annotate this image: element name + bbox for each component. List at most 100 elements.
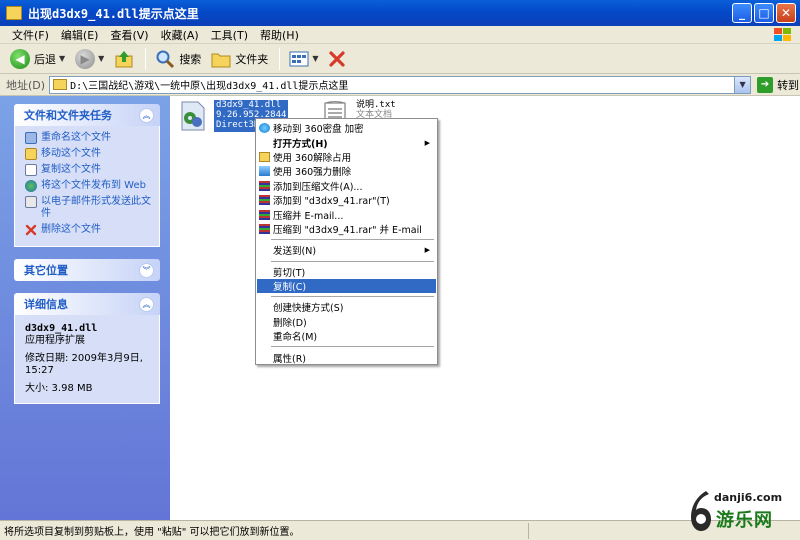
menu-item-copy[interactable]: 复制(C) — [257, 278, 436, 294]
menu-item-label: 压缩到 "d3dx9_41.rar" 并 E-mail — [273, 224, 422, 236]
menu-item-compress-email[interactable]: 压缩并 E-mail... — [257, 207, 436, 222]
menu-item-label: 使用 360强力删除 — [273, 167, 352, 179]
menu-item-360-unlock[interactable]: 使用 360解除占用 — [257, 150, 436, 164]
task-label: 删除这个文件 — [41, 224, 101, 235]
dll-file-icon — [181, 101, 205, 131]
go-button[interactable]: ➔ 转到 — [757, 76, 800, 93]
toolbar-separator — [279, 47, 281, 70]
menu-item-add-rar[interactable]: 添加到 "d3dx9_41.rar"(T) — [257, 193, 436, 207]
menu-item-create-shortcut[interactable]: 创建快捷方式(S) — [257, 300, 436, 314]
360-icon — [259, 166, 270, 177]
tasks-panel-title: 文件和文件夹任务 — [24, 109, 112, 122]
chevron-up-icon[interactable]: ︽ — [139, 296, 154, 312]
address-bar: 地址(D) D:\三国战纪\游戏\一统中原\出现d3dx9_41.dll提示点这… — [0, 74, 800, 96]
details-panel-body: d3dx9_41.dll 应用程序扩展 修改日期: 2009年3月9日, 15:… — [14, 315, 160, 404]
folders-label: 文件夹 — [235, 52, 269, 66]
status-text: 将所选项目复制到剪贴板上，使用 "粘贴" 可以把它们放到新位置。 — [4, 527, 300, 538]
menu-separator — [271, 239, 434, 241]
minimize-button[interactable]: _ — [732, 3, 752, 23]
folder-icon — [53, 79, 68, 90]
winrar-icon — [259, 209, 270, 220]
task-copy[interactable]: 复制这个文件 — [25, 164, 151, 176]
up-button[interactable] — [110, 47, 138, 71]
menu-separator — [271, 296, 434, 298]
task-pane: 文件和文件夹任务 ︽ 重命名这个文件 移动这个文件 复制这个文件 将这个文件发布… — [0, 96, 170, 520]
task-email[interactable]: 以电子邮件形式发送此文件 — [25, 196, 151, 220]
task-publish-web[interactable]: 将这个文件发布到 Web — [25, 180, 151, 192]
submenu-arrow-icon: ▶ — [424, 246, 430, 255]
menu-item-add-archive[interactable]: 添加到压缩文件(A)... — [257, 179, 436, 193]
menu-item-compress-rar-email[interactable]: 压缩到 "d3dx9_41.rar" 并 E-mail — [257, 222, 436, 236]
address-label: 地址(D) — [6, 78, 46, 92]
details-panel-header[interactable]: 详细信息 ︽ — [14, 293, 160, 315]
task-label: 重命名这个文件 — [41, 132, 111, 143]
task-label: 以电子邮件形式发送此文件 — [41, 196, 151, 219]
chevron-down-icon[interactable]: ▼ — [312, 54, 318, 63]
menu-favorites[interactable]: 收藏(A) — [155, 27, 205, 43]
windows-logo-icon — [774, 28, 791, 41]
folder-icon — [259, 151, 270, 162]
tasks-panel-body: 重命名这个文件 移动这个文件 复制这个文件 将这个文件发布到 Web 以电子邮件… — [14, 126, 160, 247]
address-input[interactable]: D:\三国战纪\游戏\一统中原\出现d3dx9_41.dll提示点这里 ▼ — [49, 75, 752, 94]
menu-edit[interactable]: 编辑(E) — [55, 27, 105, 43]
task-label: 复制这个文件 — [41, 164, 101, 175]
window-controls: _ □ ✕ — [732, 3, 796, 23]
menu-item-label: 压缩并 E-mail... — [273, 210, 344, 222]
menu-item-properties[interactable]: 属性(R) — [257, 350, 436, 365]
menu-item-360-encrypt[interactable]: 移动到 360密盘 加密 — [257, 121, 436, 135]
context-menu: 移动到 360密盘 加密 打开方式(H) ▶ 使用 360解除占用 使用 360… — [255, 118, 438, 365]
menu-item-label: 剪切(T) — [273, 267, 306, 279]
back-label: 后退 — [34, 52, 56, 66]
chevron-up-icon[interactable]: ︽ — [139, 107, 154, 123]
go-label: 转到 — [777, 78, 800, 92]
close-button[interactable]: ✕ — [776, 3, 796, 23]
title-bar: 出现d3dx9_41.dll提示点这里 _ □ ✕ — [0, 0, 800, 26]
folder-up-icon — [115, 50, 133, 67]
task-rename[interactable]: 重命名这个文件 — [25, 132, 151, 144]
task-delete[interactable]: 删除这个文件 — [25, 224, 151, 236]
tasks-panel-header[interactable]: 文件和文件夹任务 ︽ — [14, 104, 160, 126]
delete-button[interactable] — [324, 47, 350, 71]
menu-tools[interactable]: 工具(T) — [205, 27, 254, 43]
chevron-down-icon[interactable]: ▼ — [734, 76, 751, 93]
details-file-type: 应用程序扩展 — [25, 335, 85, 346]
menu-item-delete[interactable]: 删除(D) — [257, 315, 436, 329]
menu-item-send-to[interactable]: 发送到(N) ▶ — [257, 243, 436, 257]
email-icon — [25, 196, 37, 208]
menu-item-label: 重命名(M) — [273, 332, 318, 344]
file-name: 说明.txt — [356, 100, 396, 110]
views-button[interactable]: ▼ — [285, 47, 322, 71]
menu-item-360-force-delete[interactable]: 使用 360强力删除 — [257, 164, 436, 178]
chevron-down-icon[interactable]: ▼ — [98, 54, 104, 63]
details-panel-title: 详细信息 — [24, 298, 68, 311]
maximize-button[interactable]: □ — [754, 3, 774, 23]
other-places-header[interactable]: 其它位置 ︾ — [14, 259, 160, 281]
menu-item-cut[interactable]: 剪切(T) — [257, 265, 436, 279]
chevron-down-icon[interactable]: ︾ — [139, 262, 154, 278]
views-icon — [289, 51, 309, 66]
status-divider — [528, 523, 529, 539]
file-name: d3dx9_41.dll — [216, 100, 282, 110]
task-move[interactable]: 移动这个文件 — [25, 148, 151, 160]
menu-item-label: 添加到 "d3dx9_41.rar"(T) — [273, 196, 390, 208]
menu-separator — [271, 260, 434, 262]
menu-help[interactable]: 帮助(H) — [254, 27, 305, 43]
menu-item-open-with[interactable]: 打开方式(H) ▶ — [257, 135, 436, 150]
folder-icon — [6, 6, 22, 20]
back-button[interactable]: ◀ 后退 ▼ — [6, 47, 69, 71]
folders-button[interactable]: 文件夹 — [207, 47, 272, 71]
toolbar-separator — [145, 47, 147, 70]
menu-item-label: 添加到压缩文件(A)... — [273, 181, 363, 193]
menu-file[interactable]: 文件(F) — [6, 27, 55, 43]
chevron-down-icon[interactable]: ▼ — [59, 54, 65, 63]
toolbar: ◀ 后退 ▼ ▶ ▼ 搜索 文件夹 ▼ — [0, 44, 800, 74]
watermark-url: danji6.com — [714, 491, 783, 504]
forward-arrow-icon: ▶ — [75, 48, 96, 69]
search-button[interactable]: 搜索 — [151, 47, 205, 71]
menu-item-rename[interactable]: 重命名(M) — [257, 329, 436, 343]
task-label: 移动这个文件 — [41, 148, 101, 159]
menu-separator — [271, 346, 434, 348]
menu-view[interactable]: 查看(V) — [104, 27, 154, 43]
forward-button[interactable]: ▶ ▼ — [71, 47, 108, 71]
menu-bar: 文件(F) 编辑(E) 查看(V) 收藏(A) 工具(T) 帮助(H) — [0, 26, 800, 44]
